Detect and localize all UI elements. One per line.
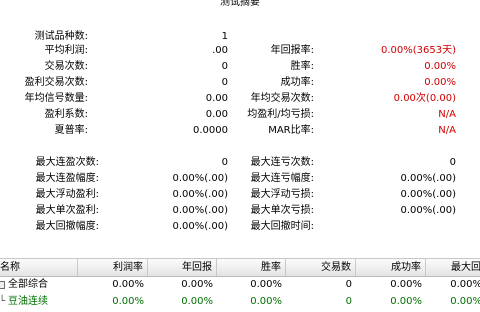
stat-value: 0.00次(0.00) [393, 93, 456, 104]
stat-label: 最大连盈次数: [35, 157, 99, 168]
stat-label: 均盈利/均亏损: [247, 109, 314, 120]
stat-label: 夏普率: [54, 125, 88, 136]
row-name: 豆油连续 [8, 296, 48, 307]
stat-label: 最大连亏次数: [250, 157, 314, 168]
column-header-trade-count[interactable]: 交易数 [286, 259, 356, 276]
page-title: 测试摘要 [220, 0, 260, 8]
stat-label: 最大单次亏损: [250, 205, 314, 216]
stat-label: 最大单次盈利: [35, 205, 99, 216]
cell-success-rate: 0.00% [390, 296, 422, 307]
table-header: 名称 利润率 年回报 胜率 交易数 成功率 最大回 [0, 258, 480, 277]
cell-win-rate: 0.00% [250, 279, 282, 290]
stat-value: N/A [438, 125, 456, 136]
stat-value: 0 [221, 77, 228, 88]
stat-value: 0.00%(.00) [172, 173, 228, 184]
table-row[interactable]: └ 豆油连续 0.00% 0.00% 0.00% 0 0.00% 0.00% [0, 294, 480, 310]
column-header-win-rate[interactable]: 胜率 [217, 259, 286, 276]
stat-value: 0.00%(.00) [400, 189, 456, 200]
stat-value: 0.00%(.00) [172, 205, 228, 216]
stat-label: 平均利润: [44, 45, 88, 56]
stat-label: 最大回撤幅度: [35, 221, 99, 232]
column-header-name[interactable]: 名称 [0, 259, 78, 276]
row-name: 全部综合 [8, 279, 48, 290]
stat-label: 最大浮动亏损: [250, 189, 314, 200]
folder-icon [0, 281, 5, 289]
stat-label: 最大连盈幅度: [35, 173, 99, 184]
column-header-profit-rate[interactable]: 利润率 [78, 259, 148, 276]
stat-label: 成功率: [280, 77, 314, 88]
table-row[interactable]: 全部综合 0.00% 0.00% 0.00% 0 0.00% 0.00% [0, 277, 480, 293]
stat-value: 0 [221, 157, 228, 168]
stat-value: 1 [221, 31, 228, 42]
cell-profit-rate: 0.00% [112, 296, 144, 307]
stat-label: 年回报率: [270, 45, 314, 56]
cell-trade-count: 0 [345, 279, 352, 290]
cell-trade-count: 0 [345, 296, 352, 307]
stat-value: 0 [449, 157, 456, 168]
stat-value: N/A [438, 109, 456, 120]
stat-value: 0 [221, 61, 228, 72]
stat-value: 0.00 [205, 109, 228, 120]
stat-value: 0.0000 [193, 125, 228, 136]
stat-label: 胜率: [290, 61, 314, 72]
stat-value: 0.00%(3653天) [380, 45, 456, 56]
stat-value: 0.00%(.00) [172, 189, 228, 200]
column-header-annual-return[interactable]: 年回报 [148, 259, 217, 276]
stat-label: 最大连亏幅度: [250, 173, 314, 184]
stat-value: 0.00%(.00) [172, 221, 228, 232]
tree-branch-icon: └ [0, 296, 6, 307]
stat-value: 0.00% [424, 77, 456, 88]
cell-win-rate: 0.00% [250, 296, 282, 307]
column-header-success-rate[interactable]: 成功率 [356, 259, 426, 276]
results-table: 名称 利润率 年回报 胜率 交易数 成功率 最大回 全部综合 0.00% 0.0… [0, 258, 480, 312]
stat-value: 0.00%(.00) [400, 205, 456, 216]
stat-value: 0.00% [424, 61, 456, 72]
cell-max-drawdown: 0.00% [450, 296, 480, 307]
stat-label: 盈利系数: [44, 109, 88, 120]
cell-max-drawdown: 0.00% [450, 279, 480, 290]
cell-success-rate: 0.00% [390, 279, 422, 290]
stat-label: 年均信号数量: [24, 93, 88, 104]
stat-label: 测试品种数: [34, 31, 88, 42]
stat-label: 盈利交易次数: [24, 77, 88, 88]
column-header-max-drawdown[interactable]: 最大回 [426, 259, 480, 276]
stat-value: 0.00 [205, 93, 228, 104]
stat-label: 交易次数: [44, 61, 88, 72]
cell-annual-return: 0.00% [181, 279, 213, 290]
cell-profit-rate: 0.00% [112, 279, 144, 290]
stat-label: 最大回撤时间: [250, 221, 314, 232]
stat-label: 最大浮动盈利: [35, 189, 99, 200]
stat-label: 年均交易次数: [250, 93, 314, 104]
stat-label: MAR比率: [268, 125, 314, 136]
stat-value: 0.00%(.00) [400, 173, 456, 184]
cell-annual-return: 0.00% [181, 296, 213, 307]
stat-value: .00 [212, 45, 228, 56]
